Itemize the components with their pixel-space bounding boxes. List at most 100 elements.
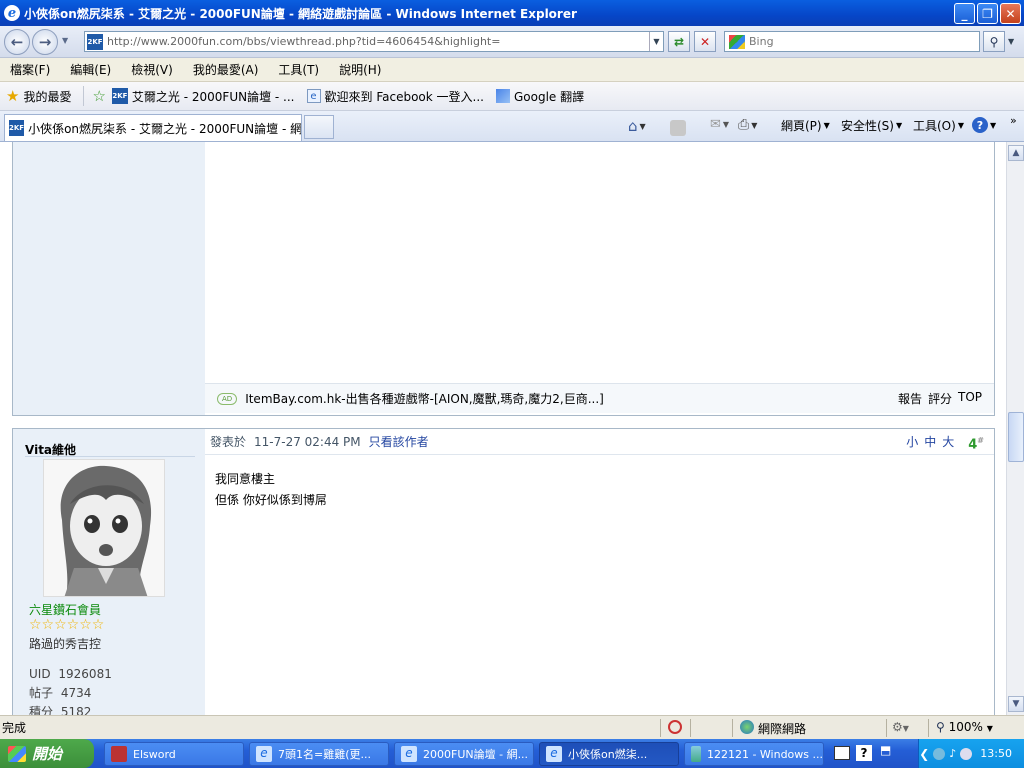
top-link[interactable]: TOP bbox=[958, 390, 982, 407]
start-button[interactable]: 開始 bbox=[0, 739, 94, 768]
search-input[interactable]: Bing bbox=[724, 31, 980, 52]
font-size-small[interactable]: 小 bbox=[906, 433, 918, 450]
protected-mode-icon[interactable]: ⚙▼ bbox=[892, 720, 909, 734]
post-line: 我同意樓主 bbox=[215, 472, 276, 486]
font-size-medium[interactable]: 中 bbox=[924, 433, 936, 450]
tab-title: 小俠係on燃尻柒系 - 艾爾之光 - 2000FUN論壇 - 網... bbox=[28, 121, 302, 136]
user-title: 路過的秀吉控 bbox=[29, 637, 102, 651]
report-link[interactable]: 報告 bbox=[898, 390, 922, 407]
menu-favorites[interactable]: 我的最愛(A) bbox=[193, 61, 259, 78]
divider bbox=[928, 719, 929, 737]
home-icon[interactable]: ⌂ ▼ bbox=[628, 117, 646, 135]
internet-zone-icon bbox=[740, 720, 754, 734]
tab-active[interactable]: 2KF 小俠係on燃尻柒系 - 艾爾之光 - 2000FUN論壇 - 網... bbox=[4, 114, 302, 141]
zoom-level[interactable]: ⚲ 100% ▼ bbox=[936, 720, 993, 734]
scroll-down-icon[interactable]: ▼ bbox=[1008, 696, 1024, 712]
menu-help[interactable]: 說明(H) bbox=[339, 61, 381, 78]
user-rank: 六星鑽石會員 bbox=[29, 603, 102, 617]
divider bbox=[732, 719, 733, 737]
page-menu[interactable]: 網頁(P) ▼ bbox=[781, 117, 830, 134]
favorite-link-facebook[interactable]: 歡迎來到 Facebook 一登入... bbox=[325, 88, 484, 105]
forward-button[interactable]: → bbox=[32, 29, 58, 55]
floor-number[interactable]: 4# bbox=[968, 436, 984, 452]
vertical-scrollbar[interactable]: ▲ ▼ bbox=[1006, 142, 1024, 715]
ad-line: AD ItemBay.com.hk-出售各種遊戲幣-[AION,魔獸,瑪奇,魔力… bbox=[205, 383, 994, 413]
tray-arrow-icon[interactable]: ❮ bbox=[919, 747, 929, 761]
rss-feed-icon[interactable] bbox=[670, 120, 686, 136]
rank-stars-icon: ☆☆☆☆☆☆ bbox=[29, 617, 105, 633]
google-translate-icon bbox=[495, 89, 510, 103]
ie-logo-icon: e bbox=[4, 5, 20, 21]
blocked-popup-icon[interactable] bbox=[668, 720, 682, 734]
divider bbox=[886, 719, 887, 737]
address-url[interactable]: http://www.2000fun.com/bbs/viewthread.ph… bbox=[107, 35, 500, 48]
stop-button[interactable]: ✕ bbox=[694, 31, 716, 52]
ie-icon: e bbox=[401, 746, 417, 762]
task-elsword[interactable]: Elsword bbox=[104, 742, 244, 766]
favorite-link-2000fun[interactable]: 艾爾之光 - 2000FUN論壇 - ... bbox=[132, 88, 295, 105]
address-dropdown-icon[interactable]: ▼ bbox=[649, 32, 663, 51]
help-menu[interactable]: ? ▼ bbox=[972, 117, 996, 133]
search-placeholder: Bing bbox=[749, 35, 774, 48]
stat-posts: 帖子 4734 bbox=[29, 686, 92, 700]
post-meta: 發表於 11-7-27 02:44 PM 只看該作者 小 中 大 4# bbox=[205, 429, 994, 455]
site-favicon-icon: 2KF bbox=[9, 120, 25, 136]
network-icon[interactable] bbox=[933, 747, 946, 760]
menu-edit[interactable]: 編輯(E) bbox=[70, 61, 111, 78]
posted-label: 發表於 bbox=[210, 435, 247, 449]
add-favorite-icon[interactable]: ☆ bbox=[92, 87, 105, 105]
print-icon[interactable]: ⎙ ▼ bbox=[738, 117, 757, 133]
mail-icon[interactable]: ✉ ▼ bbox=[710, 117, 729, 132]
font-size-large[interactable]: 大 bbox=[942, 433, 954, 450]
chevron-more-icon[interactable]: » bbox=[1010, 114, 1017, 127]
favorites-bar: ★ 我的最愛 ☆ 2KF 艾爾之光 - 2000FUN論壇 - ... e 歡迎… bbox=[0, 82, 1024, 111]
task-ie-active[interactable]: e 小俠係on燃柒... bbox=[539, 742, 679, 766]
history-dropdown-icon[interactable]: ▼ bbox=[62, 36, 68, 45]
task-ie-1[interactable]: e 7頭1名=雞雞(更... bbox=[249, 742, 389, 766]
menu-file[interactable]: 檔案(F) bbox=[10, 61, 50, 78]
scrollbar-thumb[interactable] bbox=[1008, 412, 1024, 462]
post-body: AD ItemBay.com.hk-出售各種遊戲幣-[AION,魔獸,瑪奇,魔力… bbox=[205, 142, 994, 415]
safety-menu[interactable]: 安全性(S) ▼ bbox=[841, 117, 902, 134]
tray-app-icon[interactable] bbox=[960, 747, 973, 760]
search-icon[interactable]: ⚲ bbox=[983, 31, 1005, 52]
address-bar[interactable]: 2KF http://www.2000fun.com/bbs/viewthrea… bbox=[84, 31, 664, 52]
window-title-bar[interactable]: e 小俠係on燃尻柒系 - 艾爾之光 - 2000FUN論壇 - 網絡遊戲討論區… bbox=[0, 0, 1024, 26]
menu-view[interactable]: 檢視(V) bbox=[131, 61, 173, 78]
clock[interactable]: 13:50 bbox=[980, 747, 1012, 760]
tools-menu[interactable]: 工具(O) ▼ bbox=[913, 117, 964, 134]
page-viewport[interactable]: AD ItemBay.com.hk-出售各種遊戲幣-[AION,魔獸,瑪奇,魔力… bbox=[0, 142, 1006, 715]
ad-link[interactable]: ItemBay.com.hk-出售各種遊戲幣-[AION,魔獸,瑪奇,魔力2,巨… bbox=[245, 390, 604, 407]
refresh-button[interactable]: ⇄ bbox=[668, 31, 690, 52]
windows-logo-icon bbox=[8, 745, 26, 762]
favorites-star-icon[interactable]: ★ bbox=[6, 87, 19, 105]
help-icon[interactable]: ? bbox=[856, 745, 872, 761]
post-line: 但係 你好似係到博屌 bbox=[215, 493, 327, 507]
post-previous: AD ItemBay.com.hk-出售各種遊戲幣-[AION,魔獸,瑪奇,魔力… bbox=[12, 142, 995, 416]
scroll-up-icon[interactable]: ▲ bbox=[1008, 145, 1024, 161]
search-options-icon[interactable]: ▼ bbox=[1008, 37, 1014, 46]
favorites-button[interactable]: 我的最愛 bbox=[23, 88, 71, 105]
maximize-button[interactable]: ❐ bbox=[977, 3, 998, 24]
language-icon[interactable]: ⬒ bbox=[880, 743, 891, 757]
rate-link[interactable]: 評分 bbox=[928, 390, 952, 407]
only-author-link[interactable]: 只看該作者 bbox=[369, 433, 429, 450]
user-stats: UID 1926081 帖子 4734 積分 5182 bbox=[29, 665, 112, 715]
favorite-link-google-translate[interactable]: Google 翻譯 bbox=[514, 88, 584, 105]
avatar[interactable] bbox=[43, 459, 165, 597]
minimize-button[interactable]: _ bbox=[954, 3, 975, 24]
new-tab-button[interactable] bbox=[304, 115, 334, 139]
post-body: 發表於 11-7-27 02:44 PM 只看該作者 小 中 大 4# 我同意樓… bbox=[205, 429, 994, 715]
ie-icon: e bbox=[256, 746, 272, 762]
menu-tools[interactable]: 工具(T) bbox=[278, 61, 319, 78]
divider bbox=[83, 86, 85, 106]
page-icon: e bbox=[306, 89, 321, 103]
task-image-viewer[interactable]: 122121 - Windows ... bbox=[684, 742, 824, 766]
back-button[interactable]: ← bbox=[4, 29, 30, 55]
keyboard-icon[interactable] bbox=[834, 746, 850, 760]
site-favicon-icon: 2KF bbox=[87, 33, 103, 50]
close-button[interactable]: ✕ bbox=[1000, 3, 1021, 24]
security-zone[interactable]: 網際網路 bbox=[758, 720, 806, 737]
volume-icon[interactable]: ♪ bbox=[949, 747, 956, 760]
task-ie-2[interactable]: e 2000FUN論壇 - 網... bbox=[394, 742, 534, 766]
